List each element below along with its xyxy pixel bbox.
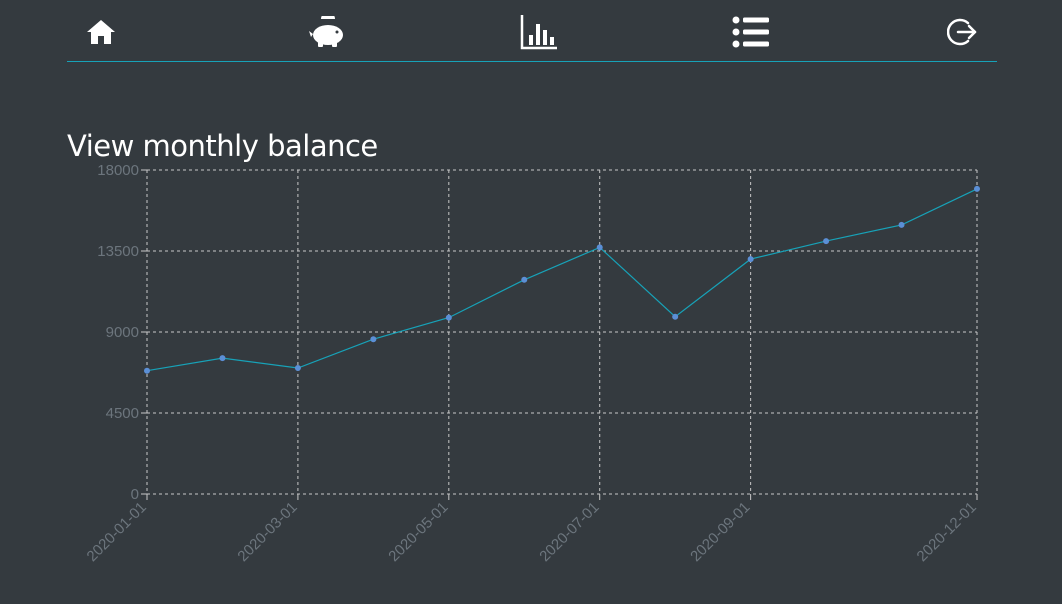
x-tick-label: 2020-01-01 [84, 499, 150, 565]
y-tick-label: 4500 [106, 405, 139, 422]
x-tick-label: 2020-12-01 [914, 499, 980, 565]
x-tick-label: 2020-09-01 [687, 499, 753, 565]
data-point [898, 221, 905, 228]
y-tick-label: 9000 [106, 324, 139, 341]
data-point [294, 365, 301, 371]
data-point [445, 314, 452, 321]
data-point [144, 367, 150, 374]
data-point [747, 256, 754, 263]
x-tick-label: 2020-07-01 [536, 499, 602, 565]
series-line [146, 188, 978, 372]
chart-series [144, 185, 980, 374]
balance-line-chart: 0450090001350018000 2020-01-01 2020-03-01… [84, 162, 980, 565]
chart-grid [146, 169, 978, 495]
y-tick-label: 18000 [97, 162, 139, 179]
data-point [974, 185, 980, 192]
x-tick-label: 2020-03-01 [234, 499, 300, 565]
data-point [521, 276, 528, 283]
data-point [672, 313, 679, 320]
data-point [219, 355, 226, 362]
chart-axes [141, 169, 978, 500]
x-tick-label: 2020-05-01 [385, 499, 451, 565]
y-axis-tick-labels: 0450090001350018000 [97, 162, 139, 503]
data-point [596, 244, 603, 251]
data-point [823, 238, 830, 245]
y-tick-label: 13500 [97, 243, 139, 260]
data-point [370, 336, 377, 343]
x-axis-tick-labels: 2020-01-01 2020-03-01 2020-05-01 2020-07-01… [84, 499, 980, 565]
